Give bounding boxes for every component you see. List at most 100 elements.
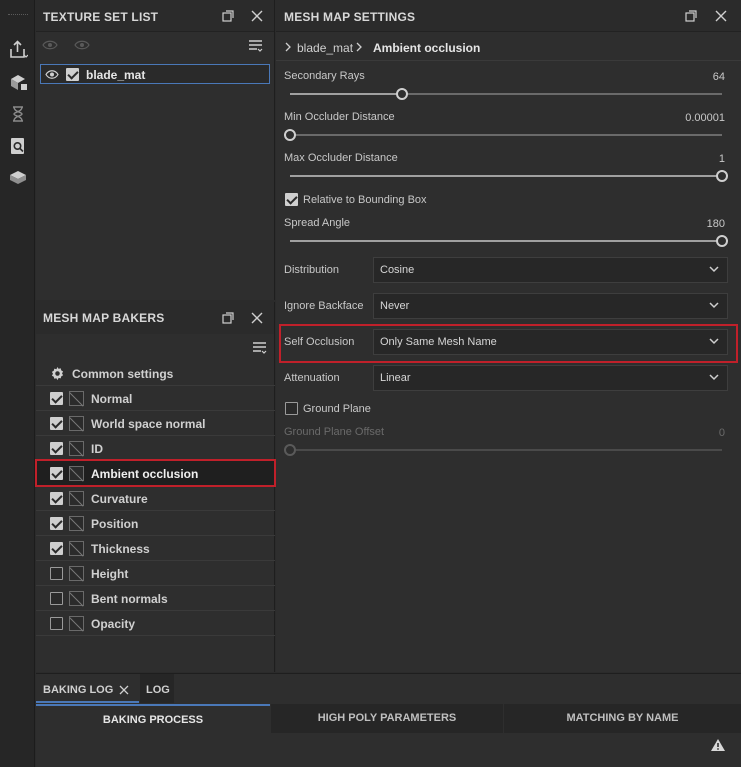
relative-to-bounding-box-checkbox[interactable]: [285, 193, 298, 206]
tab-label: LOG: [146, 684, 170, 696]
baker-checkbox[interactable]: [50, 392, 63, 405]
spread-angle-slider[interactable]: [290, 235, 728, 247]
panel-header: MESH MAP BAKERS: [36, 302, 274, 334]
baker-checkbox[interactable]: [50, 442, 63, 455]
visibility-eye-icon[interactable]: [45, 69, 59, 80]
baker-label: Position: [91, 517, 139, 531]
baker-row[interactable]: Position: [36, 511, 275, 536]
ground-plane-checkbox[interactable]: [285, 402, 298, 415]
export-icon[interactable]: [6, 38, 30, 62]
baker-thumbnail-icon: [69, 466, 84, 481]
baker-row[interactable]: Opacity: [36, 611, 275, 636]
baker-label: Height: [91, 567, 129, 581]
baker-checkbox[interactable]: [50, 467, 63, 480]
close-icon[interactable]: [714, 9, 728, 23]
ground-plane-label: Ground Plane: [303, 403, 371, 415]
attenuation-value: Linear: [380, 372, 411, 384]
relative-to-bounding-box-toggle[interactable]: Relative to Bounding Box: [285, 193, 485, 209]
texture-set-row[interactable]: blade_mat: [40, 64, 270, 84]
baker-row[interactable]: Thickness: [36, 536, 275, 561]
baker-label: Bent normals: [91, 592, 168, 606]
slider-thumb[interactable]: [716, 170, 728, 182]
baker-label: Thickness: [91, 542, 150, 556]
slider-thumb: [284, 444, 296, 456]
ignore-backface-dropdown[interactable]: Never: [373, 293, 728, 319]
baker-checkbox[interactable]: [50, 542, 63, 555]
baker-row[interactable]: Height: [36, 561, 275, 586]
list-menu-icon[interactable]: [252, 341, 268, 355]
chevron-down-icon: [709, 266, 719, 273]
attenuation-dropdown[interactable]: Linear: [373, 365, 728, 391]
ground-plane-offset-label: Ground Plane Offset: [284, 426, 385, 438]
subtab-baking-process[interactable]: BAKING PROCESS: [36, 704, 270, 733]
slider-thumb[interactable]: [284, 129, 296, 141]
distribution-value: Cosine: [380, 264, 415, 276]
secondary-rays-label: Secondary Rays: [284, 70, 365, 82]
tab-baking-log[interactable]: BAKING LOG: [36, 674, 139, 703]
baker-checkbox[interactable]: [50, 492, 63, 505]
self-occlusion-dropdown[interactable]: Only Same Mesh Name: [373, 329, 728, 355]
float-panel-icon[interactable]: [221, 311, 235, 325]
baker-row[interactable]: Normal: [36, 386, 275, 411]
hide-all-icon[interactable]: [42, 38, 58, 52]
warning-icon[interactable]: [710, 738, 726, 752]
slider-fill: [290, 93, 403, 95]
list-menu-icon[interactable]: [248, 39, 264, 53]
breadcrumb-parent[interactable]: blade_mat: [297, 41, 353, 55]
common-settings-row[interactable]: Common settings: [36, 361, 275, 386]
baker-row[interactable]: Ambient occlusion: [36, 461, 275, 486]
baker-label: Opacity: [91, 617, 136, 631]
baker-thumbnail-icon: [69, 541, 84, 556]
panel-title: MESH MAP BAKERS: [43, 311, 165, 325]
slider-thumb[interactable]: [396, 88, 409, 100]
distribution-dropdown[interactable]: Cosine: [373, 257, 728, 283]
bake-mesh-maps-icon[interactable]: [6, 70, 30, 94]
chevron-right-icon: [356, 42, 362, 52]
relative-to-bounding-box-label: Relative to Bounding Box: [303, 194, 427, 206]
close-icon[interactable]: [250, 311, 264, 325]
baker-label: Ambient occlusion: [91, 467, 199, 481]
baker-checkbox[interactable]: [50, 517, 63, 530]
ground-plane-toggle[interactable]: Ground Plane: [285, 402, 485, 418]
breadcrumb: blade_mat Ambient occlusion: [276, 33, 741, 61]
show-all-icon[interactable]: [74, 38, 90, 52]
common-settings-label: Common settings: [72, 367, 174, 381]
baker-row[interactable]: World space normal: [36, 411, 275, 436]
float-panel-icon[interactable]: [684, 9, 698, 23]
baker-thumbnail-icon: [69, 616, 84, 631]
min-occluder-distance-slider[interactable]: [284, 129, 722, 141]
texture-set-label: blade_mat: [86, 68, 146, 82]
secondary-rays-slider[interactable]: [290, 88, 722, 100]
close-icon[interactable]: [250, 9, 264, 23]
tab-log[interactable]: LOG: [140, 674, 174, 703]
max-occluder-distance-label: Max Occluder Distance: [284, 152, 398, 164]
baker-row[interactable]: Bent normals: [36, 586, 275, 611]
baker-checkbox[interactable]: [50, 617, 63, 630]
baker-checkbox[interactable]: [50, 592, 63, 605]
baker-row[interactable]: ID: [36, 436, 275, 461]
shelf-search-icon[interactable]: [6, 134, 30, 158]
ground-plane-offset-slider: [284, 444, 722, 456]
baker-row[interactable]: Curvature: [36, 486, 275, 511]
mesh-map-settings-panel: MESH MAP SETTINGS blade_mat Ambient occl…: [276, 0, 741, 672]
baker-checkbox[interactable]: [50, 417, 63, 430]
toolbar-grip[interactable]: [8, 14, 28, 17]
baker-label: Normal: [91, 392, 133, 406]
left-toolbar: [0, 0, 35, 767]
subtab-matching-by-name[interactable]: MATCHING BY NAME: [504, 704, 741, 733]
texture-set-checkbox[interactable]: [66, 68, 79, 81]
baker-thumbnail-icon: [69, 391, 84, 406]
subtab-high-poly-parameters[interactable]: HIGH POLY PARAMETERS: [271, 704, 503, 733]
baker-checkbox[interactable]: [50, 567, 63, 580]
max-occluder-distance-value: 1: [718, 153, 725, 165]
history-icon[interactable]: [6, 102, 30, 126]
max-occluder-distance-slider[interactable]: [290, 170, 728, 182]
float-panel-icon[interactable]: [221, 9, 235, 23]
self-occlusion-label: Self Occlusion: [284, 336, 355, 348]
distribution-label: Distribution: [284, 264, 340, 276]
baker-thumbnail-icon: [69, 566, 84, 581]
attenuation-label: Attenuation: [284, 372, 340, 384]
close-icon[interactable]: [119, 685, 129, 695]
slider-thumb[interactable]: [716, 235, 728, 247]
display-settings-icon[interactable]: [6, 166, 30, 190]
